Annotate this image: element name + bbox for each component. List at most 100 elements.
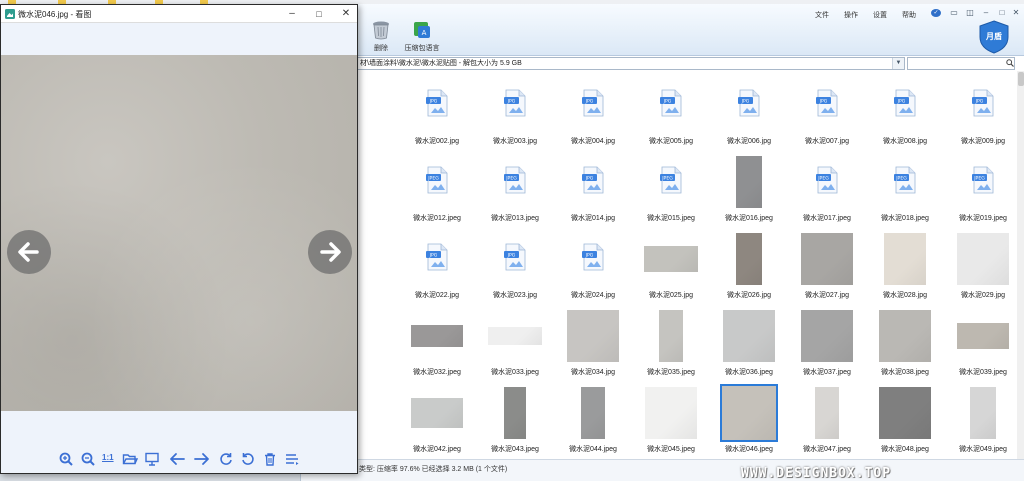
open-folder-icon[interactable] <box>122 451 139 467</box>
file-item[interactable]: 微水泥026.jpg <box>711 229 787 306</box>
file-name: 微水泥017.jpeg <box>803 215 851 222</box>
file-item[interactable]: JPEG 微水泥018.jpeg <box>867 152 943 229</box>
menu-help[interactable]: 帮助 <box>902 10 916 20</box>
file-name: 微水泥029.jpg <box>961 292 1005 299</box>
file-item[interactable]: JPEG 微水泥015.jpeg <box>633 152 709 229</box>
file-item[interactable]: 微水泥039.jpeg <box>945 306 1017 383</box>
image-file-icon: JPG <box>504 243 526 271</box>
previous-icon[interactable] <box>169 451 187 467</box>
actual-size-button[interactable]: 1:1 <box>102 453 114 462</box>
viewer-maximize-icon[interactable]: □ <box>312 7 326 21</box>
shield-label: 月盾 <box>986 32 1002 41</box>
skin-icon[interactable]: ◫ <box>965 9 975 17</box>
file-item[interactable]: 微水泥045.jpeg <box>633 383 709 459</box>
close-icon[interactable]: ✕ <box>1011 9 1021 17</box>
file-item[interactable]: 微水泥016.jpeg <box>711 152 787 229</box>
slideshow-icon[interactable] <box>144 451 160 467</box>
file-item[interactable]: 微水泥036.jpeg <box>711 306 787 383</box>
vertical-scrollbar[interactable] <box>1017 71 1024 459</box>
image-file-icon: JPG <box>816 89 838 117</box>
menu-icon[interactable] <box>284 451 300 467</box>
rotate-right-icon[interactable] <box>218 451 234 467</box>
file-thumbnail <box>879 387 931 439</box>
search-icon[interactable] <box>1006 59 1014 67</box>
file-item[interactable]: JPEG 微水泥012.jpeg <box>399 152 475 229</box>
image-viewer-window: 微水泥046.jpg - 看图 – □ ✕ 1:1 <box>0 4 358 474</box>
file-item[interactable]: 微水泥035.jpeg <box>633 306 709 383</box>
file-item[interactable]: 微水泥043.jpeg <box>477 383 553 459</box>
zoom-in-icon[interactable] <box>58 451 74 467</box>
search-input[interactable] <box>907 57 1015 70</box>
status-bar: 类型: 压缩率 97.6% 已经选择 3.2 MB (1 个文件) <box>301 459 1024 481</box>
file-item[interactable]: JPG 微水泥022.jpg <box>399 229 475 306</box>
file-item[interactable]: 微水泥047.jpeg <box>789 383 865 459</box>
file-item[interactable]: JPG 微水泥023.jpg <box>477 229 553 306</box>
next-image-button[interactable] <box>308 230 352 274</box>
viewer-titlebar: 微水泥046.jpg - 看图 – □ ✕ <box>1 5 357 23</box>
file-item[interactable]: 微水泥034.jpg <box>555 306 631 383</box>
trash-can-icon <box>373 21 389 40</box>
file-item[interactable]: JPG 微水泥007.jpg <box>789 75 865 152</box>
file-thumbnail <box>884 233 926 285</box>
address-text: 材\墙面涂料\微水泥\微水泥贴图 - 解包大小为 5.9 GB <box>360 60 522 67</box>
file-item[interactable]: JPG 微水泥014.jpg <box>555 152 631 229</box>
file-name: 微水泥045.jpeg <box>647 446 695 453</box>
feedback-icon[interactable]: ▭ <box>949 9 959 17</box>
next-icon[interactable] <box>194 451 212 467</box>
file-item[interactable]: 微水泥037.jpeg <box>789 306 865 383</box>
rotate-left-icon[interactable] <box>240 451 256 467</box>
file-thumbnail <box>644 246 698 272</box>
menu-operation[interactable]: 操作 <box>844 10 858 20</box>
file-item[interactable]: JPG 微水泥008.jpg <box>867 75 943 152</box>
file-thumbnail <box>659 310 683 362</box>
file-name: 微水泥047.jpeg <box>803 446 851 453</box>
file-name: 微水泥033.jpeg <box>491 369 539 376</box>
file-item[interactable]: JPG 微水泥006.jpg <box>711 75 787 152</box>
file-name: 微水泥025.jpg <box>649 292 693 299</box>
file-item[interactable]: 微水泥042.jpeg <box>399 383 475 459</box>
viewer-top-area <box>1 23 357 55</box>
svg-text:JPG: JPG <box>663 99 672 105</box>
file-item[interactable]: 微水泥044.jpeg <box>555 383 631 459</box>
svg-text:JPG: JPG <box>507 99 516 105</box>
address-bar[interactable]: 材\墙面涂料\微水泥\微水泥贴图 - 解包大小为 5.9 GB <box>357 57 905 70</box>
file-item[interactable]: JPG 微水泥005.jpg <box>633 75 709 152</box>
file-item[interactable]: 微水泥033.jpeg <box>477 306 553 383</box>
file-item[interactable]: 微水泥038.jpeg <box>867 306 943 383</box>
file-thumbnail <box>957 323 1009 349</box>
file-item[interactable]: JPEG 微水泥013.jpeg <box>477 152 553 229</box>
file-item[interactable]: 微水泥025.jpg <box>633 229 709 306</box>
maximize-icon[interactable]: □ <box>997 9 1007 17</box>
file-item[interactable]: 微水泥048.jpeg <box>867 383 943 459</box>
file-name: 微水泥028.jpg <box>883 292 927 299</box>
previous-image-button[interactable] <box>7 230 51 274</box>
archive-language-button[interactable]: A 压缩包语言 <box>396 20 448 56</box>
menu-file[interactable]: 文件 <box>815 10 829 20</box>
file-thumbnail <box>411 398 463 428</box>
file-name: 微水泥006.jpg <box>727 138 771 145</box>
file-item[interactable]: 微水泥032.jpeg <box>399 306 475 383</box>
file-item[interactable]: 微水泥029.jpg <box>945 229 1017 306</box>
scrollbar-thumb[interactable] <box>1018 72 1024 86</box>
delete-icon[interactable] <box>262 451 278 467</box>
file-item[interactable]: JPEG 微水泥019.jpeg <box>945 152 1017 229</box>
file-thumbnail <box>736 233 762 285</box>
file-item[interactable]: JPG 微水泥003.jpg <box>477 75 553 152</box>
file-item[interactable]: JPG 微水泥004.jpg <box>555 75 631 152</box>
file-item[interactable]: JPG 微水泥009.jpg <box>945 75 1017 152</box>
viewer-minimize-icon[interactable]: – <box>285 7 299 21</box>
menu-settings[interactable]: 设置 <box>873 10 887 20</box>
viewer-close-icon[interactable]: ✕ <box>339 7 353 21</box>
file-item[interactable]: JPG 微水泥024.jpg <box>555 229 631 306</box>
file-item[interactable]: JPEG 微水泥017.jpeg <box>789 152 865 229</box>
file-item[interactable]: 微水泥049.jpeg <box>945 383 1017 459</box>
file-item[interactable]: 微水泥027.jpg <box>789 229 865 306</box>
file-item[interactable]: 微水泥046.jpeg <box>711 383 787 459</box>
file-item[interactable]: JPG 微水泥002.jpg <box>399 75 475 152</box>
zoom-out-icon[interactable] <box>80 451 96 467</box>
verify-icon[interactable]: ✓ <box>931 9 941 17</box>
file-item[interactable]: 微水泥028.jpg <box>867 229 943 306</box>
address-dropdown-icon[interactable]: ▼ <box>892 58 904 69</box>
minimize-icon[interactable]: – <box>981 9 991 17</box>
archive-language-label: 压缩包语言 <box>404 45 440 52</box>
